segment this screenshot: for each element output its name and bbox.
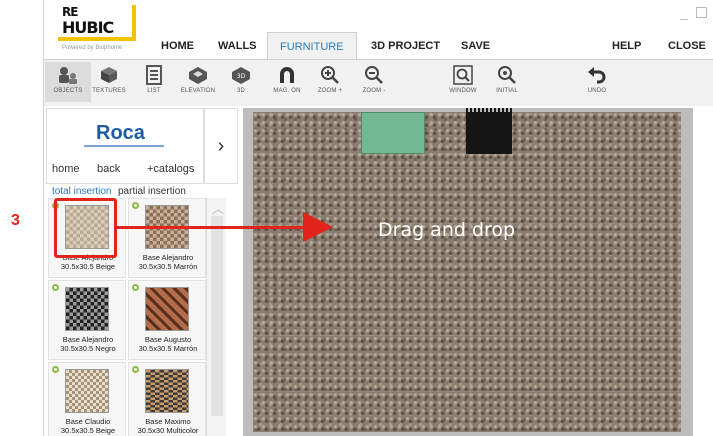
svg-text:3D: 3D: [237, 73, 246, 80]
menu-3d-project[interactable]: 3D PROJECT: [371, 34, 440, 58]
logo-powered-by: Powered by Biophome: [62, 45, 123, 51]
tool-list[interactable]: LIST: [131, 62, 177, 102]
tool-label: UNDO: [587, 88, 607, 94]
zoom-initial-icon: [484, 62, 530, 88]
minimize-icon[interactable]: _: [680, 4, 688, 20]
product-thumbnail: [65, 287, 109, 331]
objects-icon: [45, 62, 91, 88]
scroll-thumb[interactable]: [211, 216, 223, 416]
tab-total-insertion[interactable]: total insertion: [52, 186, 111, 197]
drag-arrow-head-icon: [303, 212, 333, 242]
product-caption: Base Maximo 30.5x30 Multicolor: [137, 417, 199, 435]
furniture-green-object[interactable]: [361, 112, 425, 154]
zoom-in-icon: [307, 62, 353, 88]
tool-label: 3D: [236, 88, 246, 94]
maximize-icon[interactable]: [696, 7, 707, 18]
zoom-out-icon: [351, 62, 397, 88]
tool-3d[interactable]: 3D 3D: [218, 62, 264, 102]
product-tile[interactable]: Base Alejandro 30.5x30.5 Negro: [48, 280, 126, 360]
tool-zoom-out[interactable]: ZOOM -: [351, 62, 397, 102]
textures-icon: [86, 62, 132, 88]
product-thumbnail: [65, 369, 109, 413]
list-icon: [131, 62, 177, 88]
logo-text-re: RE: [62, 5, 78, 19]
brand-underline: [84, 145, 164, 147]
tool-label: WINDOW: [449, 88, 477, 94]
tool-label: MAG. ON: [273, 88, 301, 94]
tool-label: LIST: [147, 88, 161, 94]
3d-icon: 3D: [218, 62, 264, 88]
tool-undo[interactable]: UNDO: [574, 62, 620, 102]
product-caption: Base Augusto 30.5x30.5 Marrón: [138, 335, 198, 353]
tool-label: ZOOM -: [362, 88, 386, 94]
status-dot-icon: [132, 202, 139, 209]
catalog-link-home[interactable]: home: [52, 163, 80, 175]
elevation-icon: [175, 62, 221, 88]
menu-home[interactable]: HOME: [161, 34, 194, 58]
product-tile[interactable]: Base Alejandro 30.5x30.5 Marrón: [128, 198, 206, 278]
drag-arrow-line: [117, 226, 307, 229]
drag-drop-instruction: Drag and drop: [378, 219, 516, 241]
tool-label: INITIAL: [496, 88, 518, 94]
menu-close[interactable]: CLOSE: [668, 34, 706, 58]
status-dot-icon: [52, 366, 59, 373]
tool-zoom-initial[interactable]: INITIAL: [484, 62, 530, 102]
tool-label: OBJECTS: [53, 88, 83, 94]
menu-furniture[interactable]: FURNITURE: [267, 32, 357, 60]
logo-text-hubic: HUBIC: [62, 18, 114, 37]
undo-icon: [574, 62, 620, 88]
window-controls: _: [680, 4, 707, 20]
catalog-link-back[interactable]: back: [97, 163, 120, 175]
tab-partial-insertion[interactable]: partial insertion: [118, 186, 186, 197]
tool-zoom-window[interactable]: WINDOW: [440, 62, 486, 102]
selected-product-highlight: [54, 198, 117, 258]
product-caption: Base Alejandro 30.5x30.5 Marrón: [138, 253, 198, 271]
catalog-link-more[interactable]: +catalogs: [147, 163, 194, 175]
product-caption: Base Claudio 30.5x30.5 Beige: [60, 417, 116, 435]
product-caption: Base Alejandro 30.5x30.5 Negro: [60, 335, 116, 353]
catalog-next-button[interactable]: ›: [204, 108, 238, 184]
tool-zoom-in[interactable]: ZOOM +: [307, 62, 353, 102]
product-thumbnail: [145, 369, 189, 413]
furniture-black-object[interactable]: [466, 108, 512, 154]
menu-save[interactable]: SAVE: [461, 34, 490, 58]
scroll-up-icon[interactable]: ︿: [212, 200, 224, 217]
rehubic-logo: RE HUBIC Powered by Biophome: [58, 5, 136, 53]
product-tile[interactable]: Base Maximo 30.5x30 Multicolor: [128, 362, 206, 436]
design-canvas-floor[interactable]: [253, 112, 681, 432]
product-tile[interactable]: Base Claudio 30.5x30.5 Beige: [48, 362, 126, 436]
catalog-brand-logo[interactable]: Roca: [96, 122, 145, 145]
menu-walls[interactable]: WALLS: [218, 34, 257, 58]
tool-magnet[interactable]: MAG. ON: [264, 62, 310, 102]
tool-label: TEXTURES: [92, 88, 126, 94]
status-dot-icon: [52, 284, 59, 291]
product-tile[interactable]: Base Augusto 30.5x30.5 Marrón: [128, 280, 206, 360]
product-scrollbar[interactable]: ︿: [206, 198, 226, 436]
menu-help[interactable]: HELP: [612, 34, 641, 58]
product-thumbnail: [145, 287, 189, 331]
tool-elevation[interactable]: ELEVATION: [175, 62, 221, 102]
magnet-icon: [264, 62, 310, 88]
status-dot-icon: [132, 284, 139, 291]
tool-label: ELEVATION: [180, 88, 216, 94]
tool-objects[interactable]: OBJECTS: [45, 62, 91, 102]
chevron-right-icon: ›: [217, 134, 225, 157]
status-dot-icon: [132, 366, 139, 373]
step-number: 3: [11, 212, 20, 229]
tool-label: ZOOM +: [317, 88, 343, 94]
tool-textures[interactable]: TEXTURES: [86, 62, 132, 102]
zoom-window-icon: [440, 62, 486, 88]
